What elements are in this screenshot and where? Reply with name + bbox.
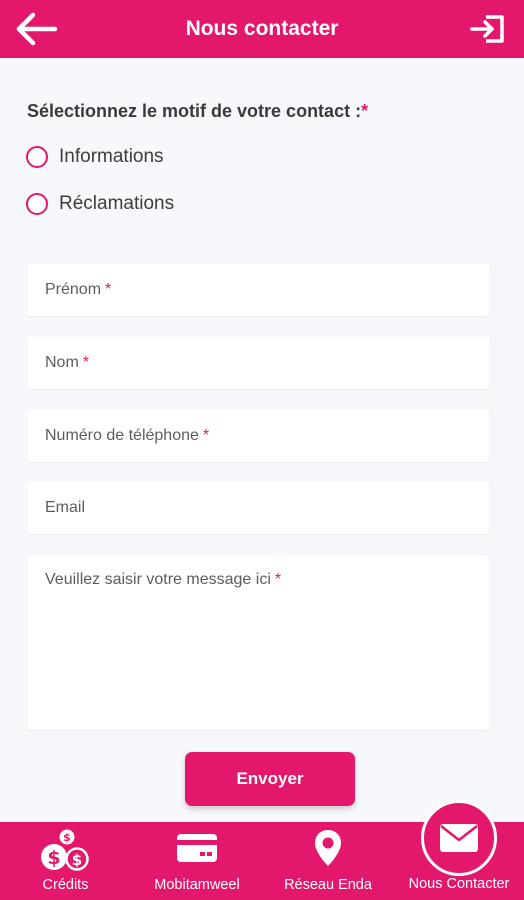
- svg-text:$: $: [47, 847, 60, 869]
- nav-item-reseau-enda[interactable]: Réseau Enda: [278, 822, 378, 900]
- nav-label-credits: Crédits: [42, 877, 89, 893]
- arrow-left-icon: [16, 12, 58, 46]
- nav-item-credits[interactable]: $ $ $ Crédits: [18, 822, 113, 900]
- required-asterisk: *: [274, 571, 282, 588]
- first-name-field[interactable]: Prénom *: [27, 264, 489, 316]
- email-field[interactable]: Email: [27, 482, 489, 534]
- money-coins-icon: $ $ $: [40, 829, 89, 871]
- required-asterisk: *: [202, 427, 210, 444]
- required-asterisk: *: [361, 101, 369, 121]
- credit-card-icon: [177, 834, 217, 862]
- svg-text:$: $: [63, 831, 71, 844]
- first-name-placeholder: Prénom: [45, 281, 102, 298]
- nav-item-mobitamweel[interactable]: Mobitamweel: [145, 822, 249, 900]
- required-asterisk: *: [82, 354, 90, 371]
- nav-item-nous-contacter[interactable]: [421, 800, 497, 876]
- required-asterisk: *: [105, 281, 112, 298]
- radio-circle[interactable]: [26, 146, 48, 168]
- sign-out-icon: [470, 15, 504, 43]
- radio-label-reclamations: Réclamations: [59, 193, 175, 214]
- last-name-field[interactable]: Nom *: [27, 337, 489, 389]
- message-placeholder: Veuillez saisir votre message ici: [45, 571, 271, 588]
- nav-label-nous-contacter: Nous Contacter: [408, 876, 510, 892]
- logout-button[interactable]: [470, 12, 508, 46]
- nav-label-mobitamweel: Mobitamweel: [154, 877, 240, 893]
- contact-reason-label: Sélectionnez le motif de votre contact :…: [27, 101, 368, 122]
- radio-reclamations[interactable]: Réclamations: [26, 193, 174, 215]
- radio-label-informations: Informations: [59, 146, 164, 167]
- page-title: Nous contacter: [185, 17, 339, 40]
- phone-placeholder: Numéro de téléphone: [45, 427, 199, 444]
- message-textarea[interactable]: Veuillez saisir votre message ici *: [27, 556, 489, 730]
- contact-reason-text: Sélectionnez le motif de votre contact :: [27, 101, 362, 121]
- radio-informations[interactable]: Informations: [26, 146, 164, 168]
- phone-field[interactable]: Numéro de téléphone *: [27, 410, 489, 462]
- radio-circle[interactable]: [26, 193, 48, 215]
- map-pin-icon: [315, 830, 341, 866]
- envelope-icon: [440, 824, 478, 852]
- last-name-placeholder: Nom: [45, 354, 79, 371]
- email-placeholder: Email: [45, 499, 86, 516]
- send-button[interactable]: Envoyer: [185, 752, 355, 806]
- back-button[interactable]: [16, 12, 58, 46]
- nav-label-reseau-enda: Réseau Enda: [284, 877, 372, 893]
- app-bar: Nous contacter: [0, 0, 524, 58]
- svg-text:$: $: [71, 851, 81, 869]
